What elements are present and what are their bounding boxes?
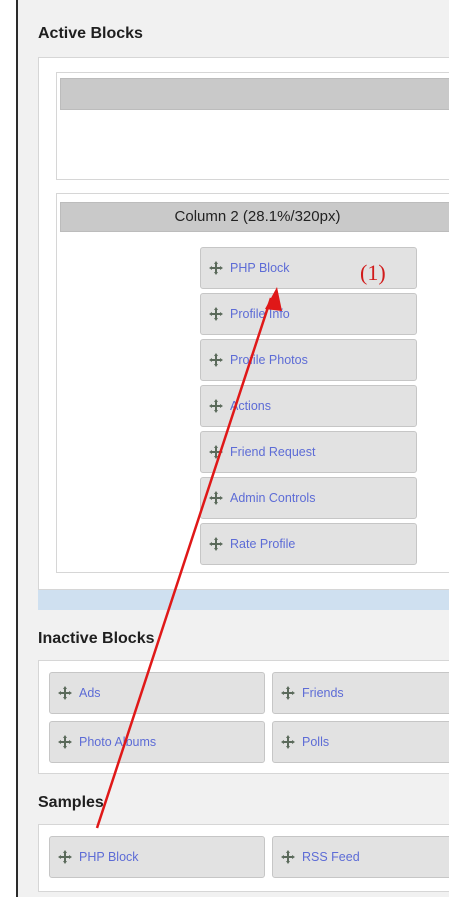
block-label: Friends [302, 686, 344, 700]
move-arrows-icon [58, 850, 72, 864]
column-2-header[interactable]: Column 2 (28.1%/320px) [60, 202, 449, 232]
sample-block-php[interactable]: PHP Block [49, 836, 265, 878]
block-profile-info[interactable]: Profile Info [200, 293, 417, 335]
column-1 [56, 72, 449, 180]
annotation-label: (1) [360, 260, 386, 285]
move-arrows-icon [209, 353, 223, 367]
block-label: Polls [302, 735, 330, 749]
move-arrows-icon [209, 537, 223, 551]
active-blocks-title: Active Blocks [38, 25, 143, 42]
block-actions[interactable]: Actions [200, 385, 417, 427]
block-admin-controls[interactable]: Admin Controls [200, 477, 417, 519]
move-arrows-icon [281, 850, 295, 864]
move-arrows-icon [209, 491, 223, 505]
inactive-blocks-title: Inactive Blocks [38, 630, 155, 647]
inactive-block-friends[interactable]: Friends [272, 672, 449, 714]
samples-title: Samples [38, 794, 104, 811]
block-label: Photo Albums [79, 735, 157, 749]
block-profile-photos[interactable]: Profile Photos [200, 339, 417, 381]
block-label: Profile Photos [230, 353, 308, 367]
inactive-block-ads[interactable]: Ads [49, 672, 265, 714]
move-arrows-icon [281, 735, 295, 749]
block-label: RSS Feed [302, 850, 360, 864]
block-label: Admin Controls [230, 491, 316, 505]
block-friend-request[interactable]: Friend Request [200, 431, 417, 473]
block-label: Actions [230, 399, 271, 413]
block-label: Rate Profile [230, 537, 296, 551]
move-arrows-icon [58, 735, 72, 749]
drop-zone-highlight [38, 590, 449, 610]
move-arrows-icon [209, 445, 223, 459]
move-arrows-icon [58, 686, 72, 700]
block-label: Ads [79, 686, 101, 700]
column-1-header[interactable] [60, 78, 449, 110]
move-arrows-icon [281, 686, 295, 700]
block-label: PHP Block [79, 850, 139, 864]
block-rate-profile[interactable]: Rate Profile [200, 523, 417, 565]
block-label: Profile Info [230, 307, 290, 321]
block-label: PHP Block [230, 261, 290, 275]
move-arrows-icon [209, 399, 223, 413]
move-arrows-icon [209, 307, 223, 321]
sample-block-rss-feed[interactable]: RSS Feed [272, 836, 449, 878]
move-arrows-icon [209, 261, 223, 275]
block-label: Friend Request [230, 445, 316, 459]
inactive-block-polls[interactable]: Polls [272, 721, 449, 763]
inactive-block-photo-albums[interactable]: Photo Albums [49, 721, 265, 763]
